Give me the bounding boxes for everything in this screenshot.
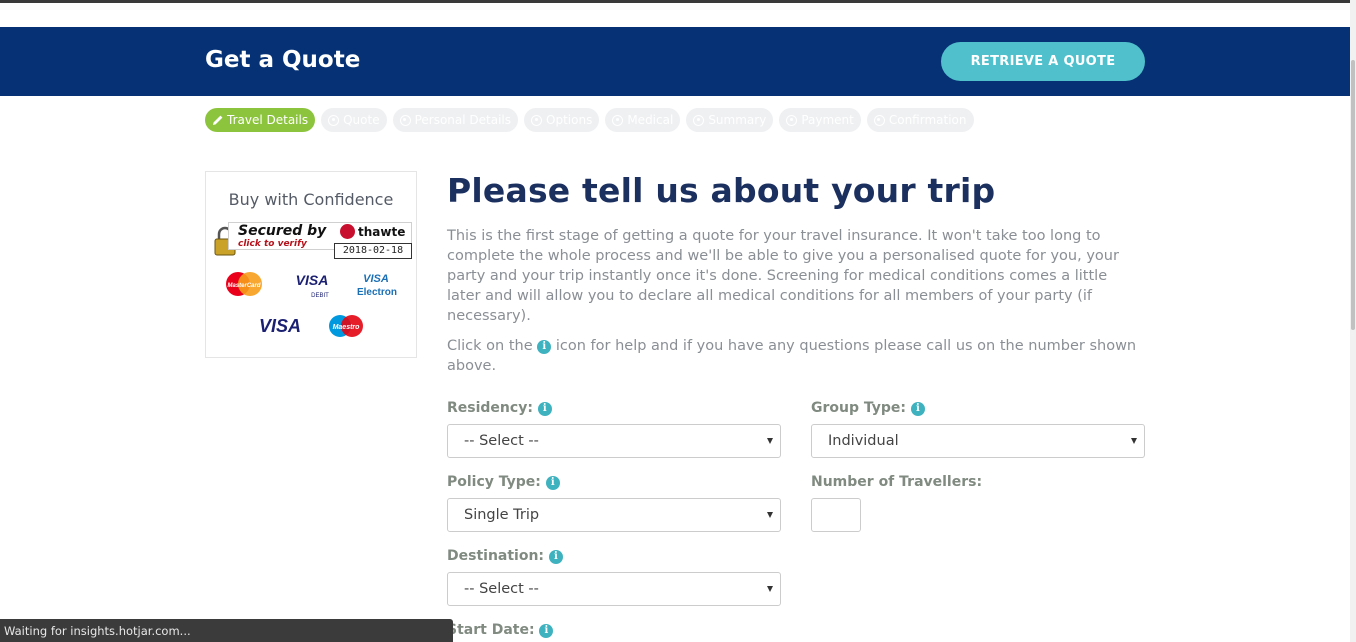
residency-label: Residency: i <box>447 400 552 416</box>
pencil-icon <box>213 115 223 125</box>
info-icon: i <box>537 340 552 354</box>
step-payment[interactable]: Payment <box>779 108 861 132</box>
chevron-down-icon <box>767 512 773 518</box>
destination-label-text: Destination: <box>447 548 545 564</box>
policy-type-select[interactable]: Single Trip <box>447 498 781 532</box>
destination-select[interactable]: -- Select -- <box>447 572 781 606</box>
step-personal-details[interactable]: Personal Details <box>392 108 519 132</box>
help-text-after: icon for help and if you have any questi… <box>447 338 1137 374</box>
step-label: Payment <box>801 113 854 127</box>
chevron-down-icon <box>1131 438 1137 444</box>
destination-label: Destination: i <box>447 548 563 564</box>
card-logos-row-2: VISA Maestro <box>259 315 363 337</box>
step-label: Confirmation <box>888 113 967 127</box>
step-quote[interactable]: Quote <box>321 108 387 132</box>
policy-type-label: Policy Type: i <box>447 474 560 490</box>
visa-logo: VISA <box>259 316 301 336</box>
circle-dot-icon <box>873 114 885 126</box>
travellers-label-text: Number of Travellers: <box>811 474 983 490</box>
destination-info-icon[interactable]: i <box>548 550 563 564</box>
group-type-info-icon[interactable]: i <box>910 402 925 416</box>
destination-select-value: -- Select -- <box>464 581 539 597</box>
step-label: Medical <box>627 113 674 127</box>
group-type-label-text: Group Type: <box>811 400 907 416</box>
step-confirmation[interactable]: Confirmation <box>866 108 974 132</box>
step-label: Options <box>546 113 593 127</box>
svg-text:VISA: VISA <box>296 272 329 288</box>
svg-text:MasterCard: MasterCard <box>227 283 260 289</box>
policy-type-label-text: Policy Type: <box>447 474 541 490</box>
policy-type-info-icon[interactable]: i <box>545 476 560 490</box>
policy-type-select-value: Single Trip <box>464 507 540 523</box>
svg-text:DEBIT: DEBIT <box>311 293 329 299</box>
visa-debit-logo: VISA DEBIT <box>296 272 330 299</box>
start-date-label-text: Start Date: <box>447 622 535 638</box>
maestro-logo: Maestro <box>329 315 363 337</box>
scrollbar-thumb[interactable] <box>1351 60 1355 330</box>
step-label: Travel Details <box>227 113 309 127</box>
browser-top-border <box>0 0 1356 3</box>
circle-dot-icon <box>399 114 411 126</box>
thawte-logo-icon <box>340 224 355 239</box>
group-type-select-value: Individual <box>828 433 899 449</box>
thawte-date: 2018-02-18 <box>334 243 412 259</box>
residency-info-icon[interactable]: i <box>537 402 552 416</box>
svg-text:Electron: Electron <box>357 287 397 298</box>
step-summary[interactable]: Summary <box>686 108 774 132</box>
step-label: Summary <box>708 113 767 127</box>
residency-label-text: Residency: <box>447 400 533 416</box>
chevron-down-icon <box>767 586 773 592</box>
travellers-label: Number of Travellers: <box>811 474 982 490</box>
visa-electron-logo: VISA Electron <box>357 273 397 298</box>
circle-dot-icon <box>786 114 798 126</box>
confidence-title: Buy with Confidence <box>228 190 394 209</box>
step-label: Personal Details <box>414 113 512 127</box>
buy-with-confidence-panel: Buy with Confidence Secured by click to … <box>205 171 417 358</box>
progress-steps: Travel Details Quote Personal Details Op… <box>205 108 974 132</box>
page-title: Please tell us about your trip <box>447 171 996 210</box>
page-header: Get a Quote RETRIEVE A QUOTE <box>0 27 1350 96</box>
browser-status-bar: Waiting for insights.hotjar.com... <box>0 619 453 642</box>
step-travel-details[interactable]: Travel Details <box>205 108 316 132</box>
help-text: Click on the i icon for help and if you … <box>447 336 1137 376</box>
thawte-click-text: click to verify <box>238 239 307 249</box>
thawte-brand: thawte <box>358 225 406 239</box>
thawte-seal[interactable]: Secured by click to verify thawte 2018-0… <box>214 220 412 260</box>
circle-dot-icon <box>612 114 624 126</box>
chevron-down-icon <box>767 438 773 444</box>
step-medical[interactable]: Medical <box>605 108 681 132</box>
main-content: Please tell us about your trip This is t… <box>447 171 1147 376</box>
help-text-before: Click on the <box>447 338 533 354</box>
circle-dot-icon <box>531 114 543 126</box>
svg-text:VISA: VISA <box>259 316 301 336</box>
retrieve-quote-button[interactable]: RETRIEVE A QUOTE <box>941 42 1145 81</box>
thawte-secured-text: Secured by <box>238 223 327 239</box>
page-header-title: Get a Quote <box>205 47 361 73</box>
start-date-info-icon[interactable]: i <box>539 624 554 638</box>
residency-select-value: -- Select -- <box>464 433 539 449</box>
travellers-input[interactable] <box>811 498 861 532</box>
svg-text:Maestro: Maestro <box>333 324 361 331</box>
mastercard-logo: MasterCard <box>226 272 262 296</box>
residency-select[interactable]: -- Select -- <box>447 424 781 458</box>
circle-dot-icon <box>693 114 705 126</box>
start-date-label: Start Date: i <box>447 622 554 638</box>
card-logos-row-1: MasterCard VISA DEBIT VISA Electron <box>226 272 397 299</box>
svg-text:VISA: VISA <box>363 273 389 285</box>
status-text: Waiting for insights.hotjar.com... <box>4 623 191 638</box>
circle-dot-icon <box>328 114 340 126</box>
group-type-label: Group Type: i <box>811 400 925 416</box>
step-options[interactable]: Options <box>524 108 600 132</box>
step-label: Quote <box>343 113 380 127</box>
intro-text: This is the first stage of getting a quo… <box>447 228 1119 324</box>
group-type-select[interactable]: Individual <box>811 424 1145 458</box>
